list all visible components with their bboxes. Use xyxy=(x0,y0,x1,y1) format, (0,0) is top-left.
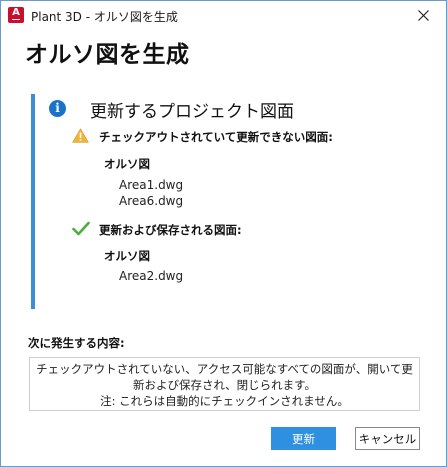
description-line: 注: これらは自動的にチェックインされません。 xyxy=(100,394,349,408)
next-steps-description: チェックアウトされていない、アクセス可能なすべての図面が、開いて更 新および保存… xyxy=(29,357,420,411)
file-item: Area2.dwg xyxy=(119,269,184,283)
close-icon xyxy=(417,10,429,21)
group-label: オルソ図 xyxy=(104,249,150,263)
panel-accent-bar xyxy=(31,94,35,309)
panel-title: 更新するプロジェクト図面 xyxy=(90,102,294,122)
checkmark-icon xyxy=(72,221,90,236)
close-button[interactable] xyxy=(400,1,446,30)
info-icon: i xyxy=(49,100,66,117)
file-item: Area1.dwg xyxy=(119,178,184,192)
update-button[interactable]: 更新 xyxy=(271,427,336,450)
saved-section-label: 更新および保存される図面: xyxy=(99,223,242,237)
description-line: 新および保存され、閉じられます。 xyxy=(133,378,316,392)
next-steps-label: 次に発生する内容: xyxy=(28,336,125,350)
drawings-panel xyxy=(31,94,417,309)
group-label: オルソ図 xyxy=(104,157,150,171)
page-title: オルソ図を生成 xyxy=(25,42,190,68)
window-title: Plant 3D - オルソ図を生成 xyxy=(31,10,178,24)
cancel-button[interactable]: キャンセル xyxy=(355,427,420,450)
dialog-window: A Plant 3D - オルソ図を生成 オルソ図を生成 i 更新するプロジェク… xyxy=(0,0,447,467)
checked-out-section-label: チェックアウトされていて更新できない図面: xyxy=(99,130,333,144)
warning-icon xyxy=(72,128,89,143)
file-item: Area6.dwg xyxy=(119,194,184,208)
autocad-plant3d-icon: A xyxy=(8,7,24,23)
description-line: チェックアウトされていない、アクセス可能なすべての図面が、開いて更 xyxy=(36,362,413,376)
title-bar[interactable]: A Plant 3D - オルソ図を生成 xyxy=(1,1,446,30)
